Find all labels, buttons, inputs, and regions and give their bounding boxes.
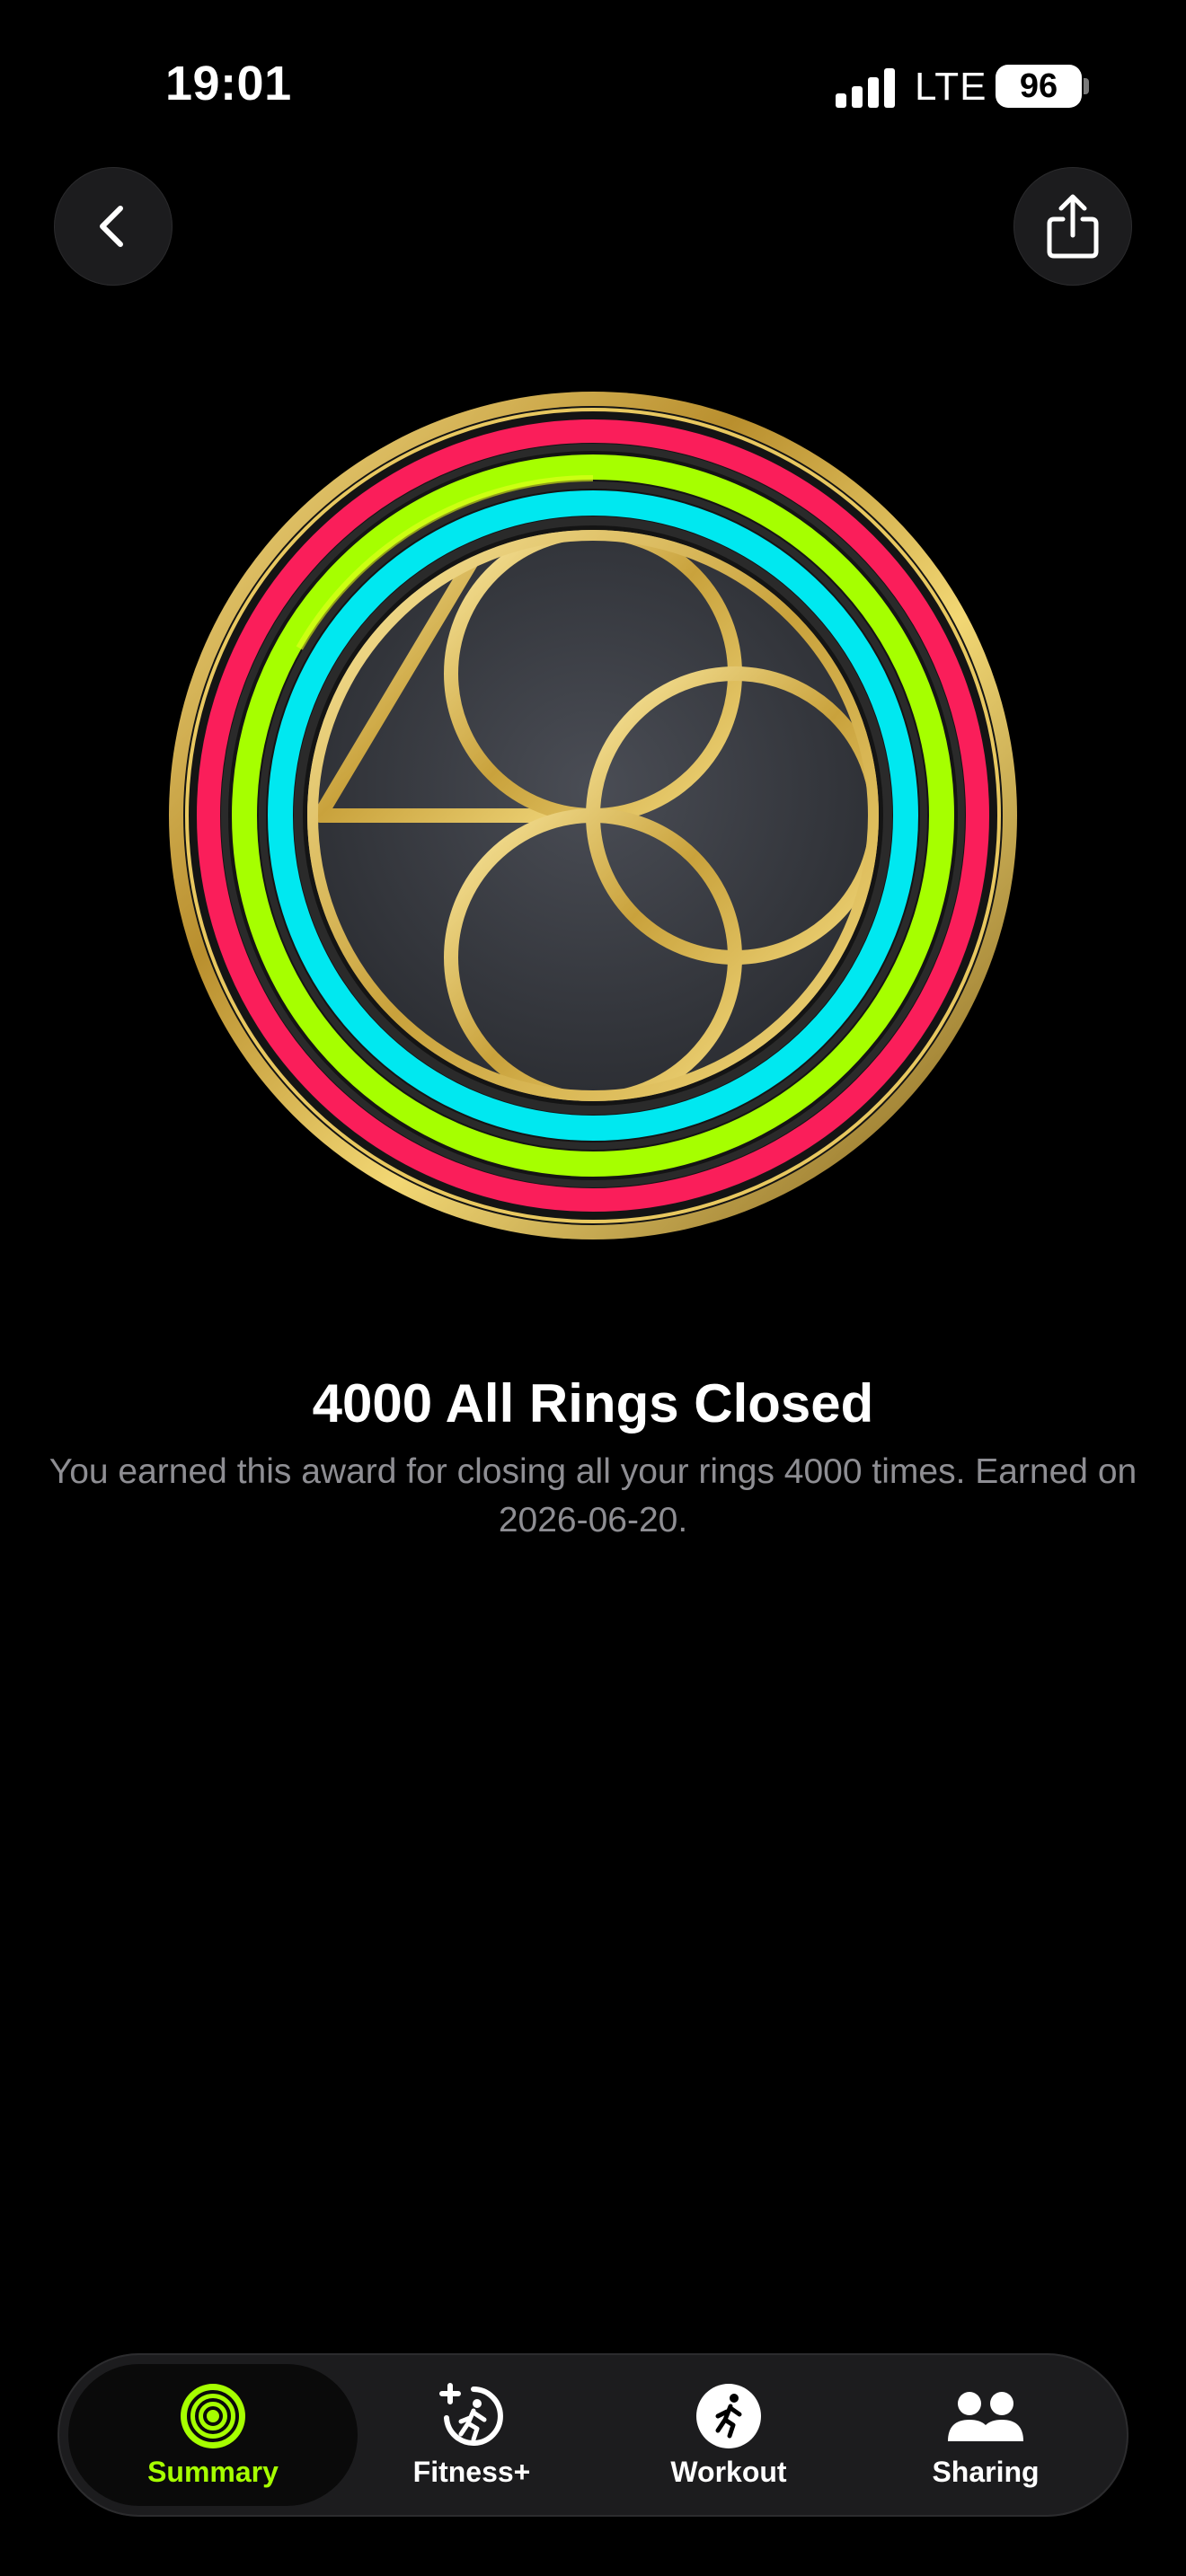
- tab-summary[interactable]: Summary: [68, 2362, 358, 2508]
- tab-fitness-plus-label: Fitness+: [412, 2456, 531, 2488]
- share-icon: [1047, 194, 1099, 259]
- tab-bar: Summary Fitness+ Workout Sharing: [58, 2353, 1128, 2517]
- award-description: You earned this award for closing all yo…: [49, 1452, 1137, 1539]
- network-type: LTE: [915, 65, 987, 109]
- tab-sharing-label: Sharing: [932, 2456, 1040, 2488]
- chevron-left-icon: [100, 206, 123, 247]
- tab-workout[interactable]: Workout: [598, 2362, 859, 2508]
- tab-sharing[interactable]: Sharing: [855, 2362, 1116, 2508]
- battery-nub: [1084, 78, 1089, 94]
- running-figure-icon: [696, 2384, 761, 2448]
- battery-icon: 96: [996, 65, 1082, 108]
- people-icon: [948, 2392, 1023, 2441]
- status-time: 19:01: [165, 57, 292, 110]
- activity-rings-icon: [181, 2384, 245, 2448]
- award-badge: [169, 392, 1017, 1239]
- share-button[interactable]: [1013, 167, 1132, 286]
- tab-summary-label: Summary: [147, 2456, 279, 2488]
- fitness-plus-icon: [439, 2383, 503, 2446]
- award-title: 4000 All Rings Closed: [312, 1373, 874, 1434]
- cellular-signal-icon: [836, 68, 895, 108]
- back-button[interactable]: [54, 167, 173, 286]
- tab-fitness-plus[interactable]: Fitness+: [341, 2362, 602, 2508]
- tab-workout-label: Workout: [670, 2456, 787, 2488]
- status-bar: 19:01 LTE 96: [0, 0, 1186, 171]
